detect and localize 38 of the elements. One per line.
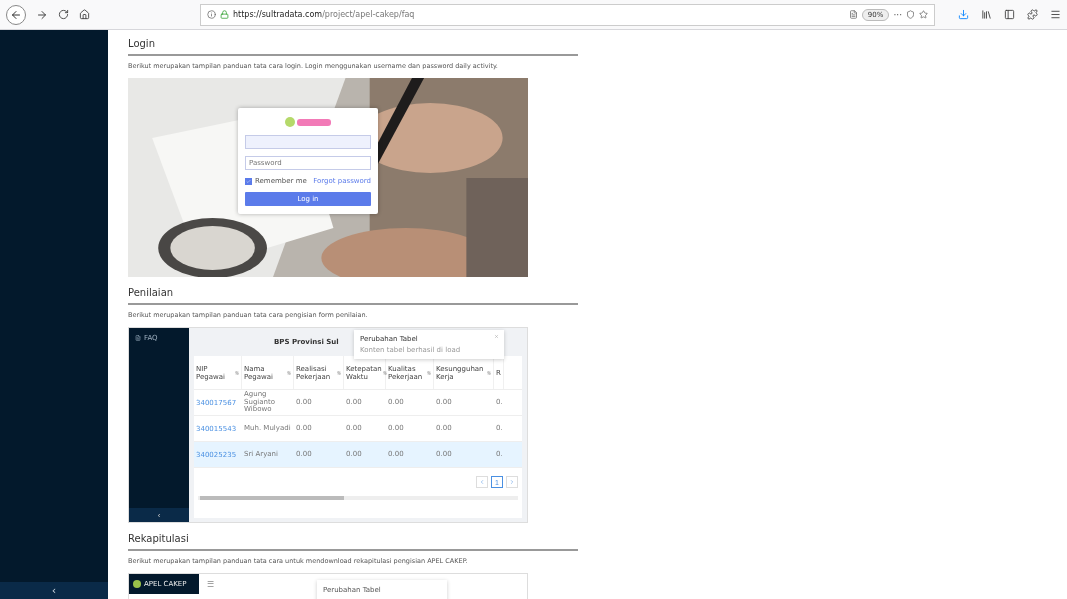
bookmark-star-icon[interactable] — [919, 10, 928, 19]
horizontal-scrollbar[interactable] — [198, 496, 518, 500]
home-icon[interactable] — [79, 9, 90, 20]
extension-icon[interactable] — [1027, 9, 1038, 20]
section-title: Login — [128, 38, 578, 56]
collapse-button[interactable]: ‹ — [0, 582, 108, 599]
info-icon[interactable] — [207, 10, 216, 19]
shield-icon[interactable] — [906, 10, 915, 19]
lock-icon[interactable] — [220, 10, 229, 19]
menu-button[interactable]: ☰ — [207, 574, 214, 594]
reader-view-icon[interactable] — [848, 10, 858, 19]
reload-icon[interactable] — [58, 9, 69, 20]
chevron-left-icon — [479, 479, 485, 485]
chevron-right-icon — [509, 479, 515, 485]
back-arrow-icon — [10, 8, 22, 21]
section-title: Rekapitulasi — [128, 533, 578, 551]
sort-icon[interactable] — [487, 370, 491, 375]
forward-icon[interactable] — [36, 8, 48, 21]
sort-icon[interactable] — [382, 370, 387, 375]
sort-icon[interactable] — [337, 370, 341, 375]
sort-icon[interactable] — [287, 370, 291, 375]
download-icon[interactable] — [958, 9, 969, 20]
logo-icon — [284, 116, 332, 128]
section-title: Penilaian — [128, 287, 578, 305]
more-actions[interactable]: ··· — [893, 9, 902, 20]
apple-icon — [133, 580, 141, 588]
url-text: https://sultradata.com/project/apel-cakep/faq — [233, 10, 416, 19]
document-icon — [135, 335, 141, 341]
collapse-button[interactable]: ‹ — [129, 508, 189, 522]
remember-checkbox[interactable] — [245, 177, 252, 185]
close-icon[interactable] — [494, 334, 499, 339]
sidebar-icon[interactable] — [1004, 9, 1015, 20]
sort-icon[interactable] — [235, 370, 239, 375]
menu-icon[interactable] — [1050, 9, 1061, 20]
library-icon[interactable] — [981, 9, 992, 20]
username-field[interactable] — [245, 135, 371, 149]
back-button[interactable] — [6, 4, 26, 25]
sort-icon[interactable] — [427, 370, 431, 375]
